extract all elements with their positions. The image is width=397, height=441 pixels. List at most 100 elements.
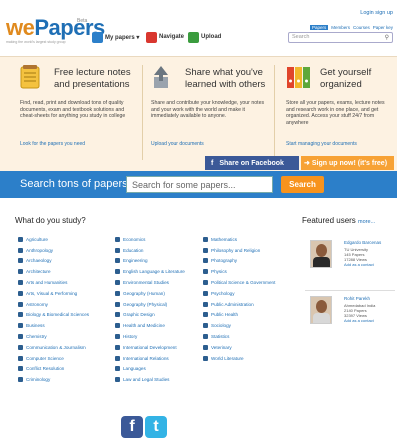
subject-link[interactable]: Environmental Studies bbox=[115, 277, 210, 288]
subject-label: International Development bbox=[123, 344, 177, 350]
signup-label: Sign up now! (it's free) bbox=[311, 159, 388, 167]
subject-link[interactable]: Communication & Journalism bbox=[18, 342, 113, 353]
subject-link[interactable]: Health and Medicine bbox=[115, 320, 210, 331]
subject-icon bbox=[115, 377, 120, 383]
subject-link[interactable]: Arts and Humanities bbox=[18, 277, 113, 288]
upload-button[interactable]: Upload bbox=[188, 31, 221, 43]
twitter-icon[interactable]: t bbox=[145, 416, 167, 438]
subject-link[interactable]: Architecture bbox=[18, 266, 113, 277]
add-contact-link[interactable]: Add as a contact bbox=[344, 318, 374, 323]
subject-label: Archaeology bbox=[26, 258, 52, 264]
subject-icon bbox=[18, 280, 23, 286]
featured-divider bbox=[305, 290, 395, 291]
upload-icon bbox=[188, 31, 199, 43]
subject-label: Political Science & Government bbox=[211, 280, 276, 286]
subject-link[interactable]: Biology & Biomedical Sciences bbox=[18, 310, 113, 321]
subject-link[interactable]: International Relations bbox=[115, 353, 210, 364]
feature-notes-link[interactable]: Look for the papers you need bbox=[20, 141, 85, 147]
subject-label: Architecture bbox=[26, 269, 51, 275]
subject-link[interactable]: Criminology bbox=[18, 374, 113, 385]
subject-label: Geography (Human) bbox=[123, 290, 165, 296]
facebook-icon[interactable]: f bbox=[121, 416, 143, 438]
subject-label: Arts and Humanities bbox=[26, 280, 68, 286]
subject-icon bbox=[115, 334, 120, 340]
search-button[interactable]: Search bbox=[281, 176, 324, 193]
subject-link[interactable]: Political Science & Government bbox=[203, 277, 298, 288]
subject-link[interactable]: Philosophy and Religion bbox=[203, 245, 298, 256]
subject-label: Philosophy and Religion bbox=[211, 247, 261, 253]
subject-icon bbox=[18, 290, 23, 296]
subject-label: Education bbox=[123, 247, 144, 253]
subject-link[interactable]: English Language & Literature bbox=[115, 266, 210, 277]
search-icon[interactable]: ⚲ bbox=[385, 34, 389, 41]
subject-label: Physics bbox=[211, 269, 227, 275]
subject-link[interactable]: International Development bbox=[115, 342, 210, 353]
subject-link[interactable]: Agriculture bbox=[18, 234, 113, 245]
subject-link[interactable]: Anthropology bbox=[18, 245, 113, 256]
subject-link[interactable]: Mathematics bbox=[203, 234, 298, 245]
subject-label: Conflict Resolution bbox=[26, 366, 65, 372]
subject-link[interactable]: Public Administration bbox=[203, 299, 298, 310]
search-input[interactable]: Search for some papers... bbox=[126, 176, 273, 193]
subject-link[interactable]: Arts, Visual & Performing bbox=[18, 288, 113, 299]
subject-icon bbox=[115, 301, 120, 307]
login-signup-links[interactable]: Login sign up bbox=[360, 10, 393, 16]
signup-button[interactable]: ➜ Sign up now! (it's free) bbox=[301, 156, 394, 170]
subject-link[interactable]: Languages bbox=[115, 364, 210, 375]
search-label: Search tons of papers : bbox=[20, 178, 134, 190]
subject-icon bbox=[18, 247, 23, 253]
tab-paper-key[interactable]: Paper key bbox=[373, 25, 393, 30]
subject-link[interactable]: Psychology bbox=[203, 288, 298, 299]
feature-organize-link[interactable]: Start managing your documents bbox=[286, 141, 357, 147]
subject-link[interactable]: Astronomy bbox=[18, 299, 113, 310]
subject-link[interactable]: Photography bbox=[203, 256, 298, 267]
tab-papers[interactable]: Papers bbox=[309, 25, 329, 30]
subject-link[interactable]: Public Health bbox=[203, 310, 298, 321]
subject-label: World Literature bbox=[211, 355, 244, 361]
tab-courses[interactable]: Courses bbox=[353, 25, 370, 30]
document-icon bbox=[92, 31, 103, 43]
subject-link[interactable]: Law and Legal Studies bbox=[115, 374, 210, 385]
feature-share-link[interactable]: Upload your documents bbox=[151, 141, 204, 147]
subject-icon bbox=[203, 312, 208, 318]
subject-link[interactable]: Geography (Physical) bbox=[115, 299, 210, 310]
share-facebook-button[interactable]: f Share on Facebook bbox=[205, 156, 299, 170]
subject-icon bbox=[115, 344, 120, 350]
site-header: wePapers Beta making the world's largest… bbox=[0, 0, 397, 56]
feature-notes-desc: Find, read, print and download tons of q… bbox=[20, 100, 126, 120]
subject-link[interactable]: Statistics bbox=[203, 331, 298, 342]
header-search-input[interactable]: Search ⚲ bbox=[288, 32, 393, 43]
subject-link[interactable]: World Literature bbox=[203, 353, 298, 364]
subject-link[interactable]: History bbox=[115, 331, 210, 342]
subject-link[interactable]: Physics bbox=[203, 266, 298, 277]
logo-beta-label: Beta bbox=[77, 18, 88, 24]
user-name[interactable]: Rohit Parekh bbox=[344, 296, 370, 301]
subject-link[interactable]: Veterinary bbox=[203, 342, 298, 353]
add-contact-link[interactable]: Add as a contact bbox=[344, 262, 374, 267]
subject-label: Sociology bbox=[211, 323, 231, 329]
subject-link[interactable]: Engineering bbox=[115, 256, 210, 267]
tab-members[interactable]: Members bbox=[331, 25, 350, 30]
subject-link[interactable]: Geography (Human) bbox=[115, 288, 210, 299]
featured-user-card[interactable]: Edgardo Barcenas TU University 145 Paper… bbox=[310, 240, 395, 280]
user-name[interactable]: Edgardo Barcenas bbox=[344, 240, 381, 245]
featured-user-card[interactable]: Rohit Parekh Ahmedabad India 2140 Papers… bbox=[310, 296, 395, 336]
subject-link[interactable]: Archaeology bbox=[18, 256, 113, 267]
subject-link[interactable]: Chemistry bbox=[18, 331, 113, 342]
subject-icon bbox=[203, 258, 208, 264]
subject-link[interactable]: Computer Science bbox=[18, 353, 113, 364]
wepapers-logo[interactable]: wePapers bbox=[6, 15, 105, 41]
study-title: What do you study? bbox=[15, 216, 86, 225]
main-search-bar: Search tons of papers : Search for some … bbox=[0, 171, 397, 198]
my-papers-button[interactable]: My papers ▾ bbox=[92, 31, 139, 43]
subject-link[interactable]: Business bbox=[18, 320, 113, 331]
subject-link[interactable]: Graphic Design bbox=[115, 310, 210, 321]
subject-link[interactable]: Conflict Resolution bbox=[18, 364, 113, 375]
navigate-button[interactable]: Navigate bbox=[146, 31, 184, 43]
subject-link[interactable]: Education bbox=[115, 245, 210, 256]
featured-more-link[interactable]: more... bbox=[358, 219, 375, 225]
feature-organize-title: Get yourself organized bbox=[320, 67, 372, 90]
features-band: Free lecture notes and presentations Fin… bbox=[0, 56, 397, 171]
subject-link[interactable]: Sociology bbox=[203, 320, 298, 331]
subject-link[interactable]: Economics bbox=[115, 234, 210, 245]
